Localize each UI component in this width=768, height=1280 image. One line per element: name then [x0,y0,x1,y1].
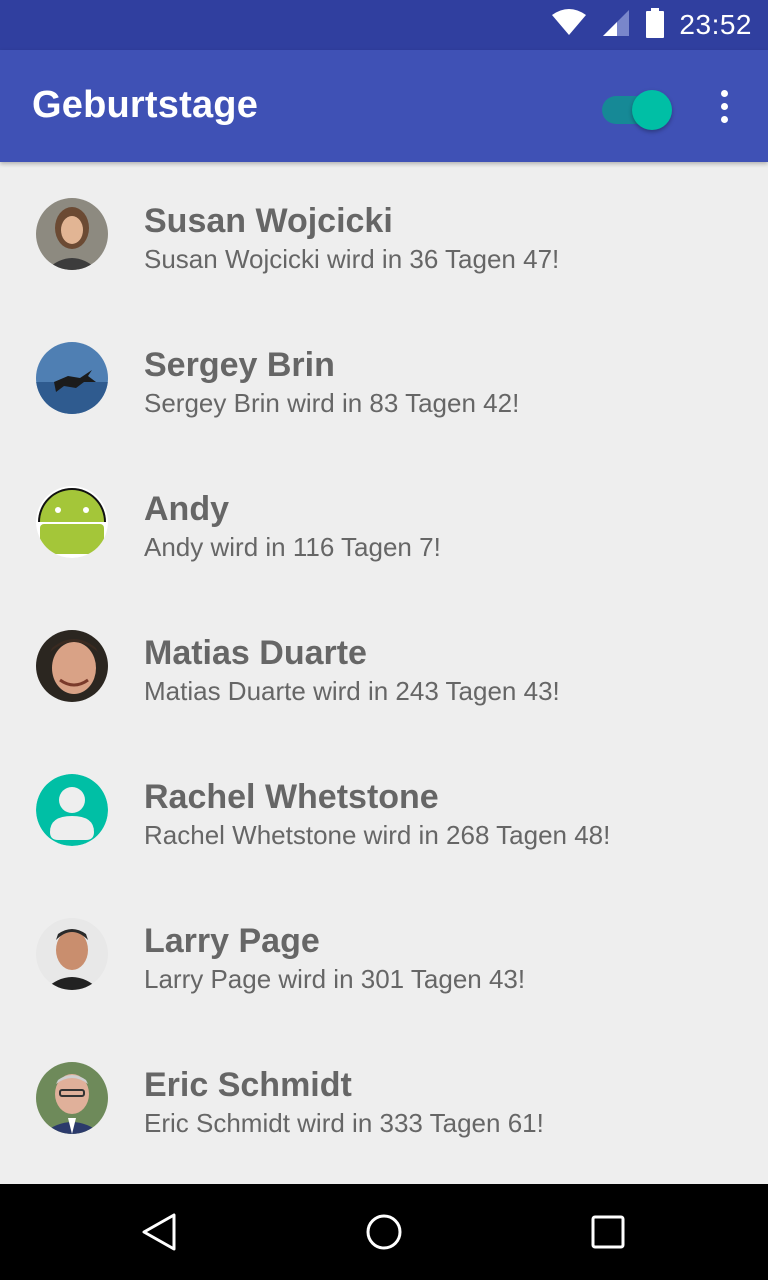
contact-name: Susan Wojcicki [144,202,393,240]
avatar [36,1062,108,1134]
list-item[interactable]: Rachel Whetstone Rachel Whetstone wird i… [0,738,768,882]
wifi-icon [551,8,587,42]
avatar [36,198,108,270]
more-vert-dot [720,115,728,123]
contact-name: Andy [144,490,229,528]
status-time: 23:52 [679,9,752,40]
app-title: Geburtstage [32,84,259,126]
contact-name: Matias Duarte [144,634,367,672]
contact-name: Sergey Brin [144,346,335,384]
list-item[interactable]: Sergey Brin Sergey Brin wird in 83 Tagen… [0,306,768,450]
birthday-text: Matias Duarte wird in 243 Tagen 43! [144,676,560,706]
birthday-text: Susan Wojcicki wird in 36 Tagen 47! [144,244,560,274]
birthday-text: Eric Schmidt wird in 333 Tagen 61! [144,1108,544,1138]
birthday-text: Andy wird in 116 Tagen 7! [144,532,441,562]
birthday-text: Sergey Brin wird in 83 Tagen 42! [144,388,520,418]
recents-icon[interactable] [588,1212,628,1252]
avatar [36,918,108,990]
birthday-text: Rachel Whetstone wird in 268 Tagen 48! [144,820,611,850]
battery-icon [645,7,665,43]
switch-thumb [632,90,672,130]
contact-name: Rachel Whetstone [144,778,439,816]
list-item[interactable]: Susan Wojcicki Susan Wojcicki wird in 36… [0,162,768,306]
birthday-list: Susan Wojcicki Susan Wojcicki wird in 36… [0,162,768,1170]
home-icon[interactable] [364,1212,404,1252]
contact-name: Larry Page [144,922,320,960]
overflow-menu-button[interactable] [708,86,740,126]
more-vert-icon [720,89,728,97]
toggle-switch[interactable] [602,90,672,130]
birthday-text: Larry Page wird in 301 Tagen 43! [144,964,526,994]
status-icons: 23:52 [551,0,752,50]
list-item[interactable]: Larry Page Larry Page wird in 301 Tagen … [0,882,768,1026]
cell-signal-icon [601,8,631,43]
avatar [36,342,108,414]
status-bar: 23:52 [0,0,768,50]
avatar [36,630,108,702]
person-icon [36,774,108,846]
list-item[interactable]: Andy Andy wird in 116 Tagen 7! [0,450,768,594]
list-item[interactable]: Eric Schmidt Eric Schmidt wird in 333 Ta… [0,1026,768,1170]
list-item[interactable]: Matias Duarte Matias Duarte wird in 243 … [0,594,768,738]
android-icon [36,486,108,558]
contact-name: Eric Schmidt [144,1066,352,1104]
app-bar: Geburtstage [0,50,768,162]
navigation-bar [0,1184,768,1280]
back-icon[interactable] [140,1212,180,1252]
more-vert-dot [720,102,728,110]
